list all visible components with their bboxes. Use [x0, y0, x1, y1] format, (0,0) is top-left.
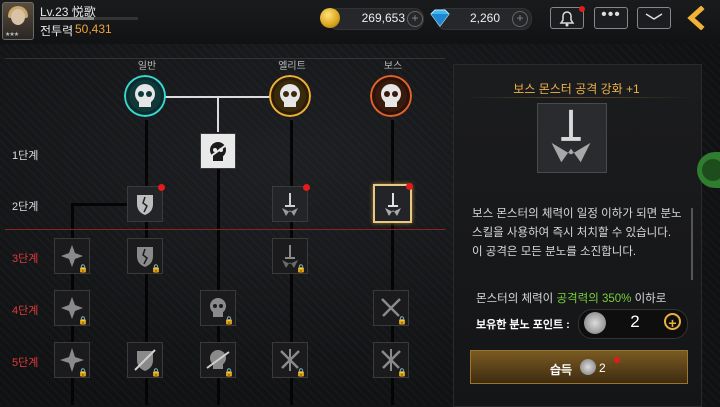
lock-icon: 🔒	[151, 264, 161, 273]
combat-power-label: 전투력	[40, 24, 74, 38]
notification-dot	[579, 6, 585, 12]
lock-icon: 🔒	[397, 316, 407, 325]
learn-notify-dot	[614, 357, 620, 363]
star-rating-icon: ★★★	[5, 32, 19, 38]
column-normal: 일반	[137, 61, 157, 72]
mail-button[interactable]	[637, 7, 671, 29]
sword-icon	[385, 193, 401, 216]
gem-value: 2,260	[469, 11, 500, 25]
skill-center-5[interactable]: 🔒	[200, 342, 236, 378]
skill-left-5[interactable]: 🔒	[54, 342, 90, 378]
description-scrollbar[interactable]	[691, 208, 693, 280]
condition-highlight: 공격력의 350%	[556, 293, 632, 305]
lock-icon: 🔒	[224, 368, 234, 377]
elite-skull-emblem-icon	[269, 75, 311, 117]
cracked-shield-icon	[137, 195, 153, 215]
chevron-left-icon	[687, 5, 705, 31]
skill-condition: 몬스터의 체력이 공격력의 350% 이하로	[476, 290, 688, 306]
connector-root	[217, 96, 219, 132]
learn-button[interactable]	[470, 350, 688, 384]
description-line-2: 이 공격은 모든 분노를 소진합니다.	[472, 246, 637, 258]
skill-normal-3[interactable]: 🔒	[127, 238, 163, 274]
description-line-1: 보스 몬스터의 체력이 일정 이하가 되면 분노 스킬을 사용하여 즉시 처치할…	[472, 208, 682, 239]
rage-point-icon	[580, 359, 596, 375]
lock-icon: 🔒	[397, 368, 407, 377]
skill-description: 보스 몬스터의 체력이 일정 이하가 되면 분노 스킬을 사용하여 즉시 처치할…	[472, 205, 688, 262]
skill-left-3[interactable]: 🔒	[54, 238, 90, 274]
unlock-divider	[5, 229, 445, 230]
row-label-3: 3단계	[12, 253, 39, 265]
learn-cost: 2	[599, 361, 606, 375]
lock-icon: 🔒	[78, 316, 88, 325]
pot-icon	[702, 159, 720, 181]
title-divider	[460, 97, 693, 98]
lock-icon: 🔒	[296, 368, 306, 377]
condition-suffix: 이하로	[631, 293, 667, 305]
sword-icon	[282, 193, 298, 216]
rage-points-value: 2	[630, 312, 640, 331]
condition-prefix: 몬스터의 체력이	[476, 293, 557, 305]
new-skill-dot	[406, 183, 413, 190]
lock-icon: 🔒	[78, 264, 88, 273]
skill-boss-4[interactable]: 🔒	[373, 290, 409, 326]
add-gems-button[interactable]: +	[512, 11, 528, 27]
combat-power-value: 50,431	[75, 22, 112, 36]
skill-boss-5[interactable]: 🔒	[373, 342, 409, 378]
new-skill-dot	[303, 184, 310, 191]
add-gold-button[interactable]: +	[407, 11, 423, 27]
skill-title: 보스 몬스터 공격 강화 +1	[513, 82, 640, 96]
rage-point-icon	[584, 312, 606, 334]
add-rage-points-button[interactable]: +	[664, 313, 681, 331]
diamond-icon	[430, 9, 450, 27]
skill-elite-5[interactable]: 🔒	[272, 342, 308, 378]
boss-skull-emblem-icon	[370, 75, 412, 117]
avatar[interactable]: ★★★	[2, 2, 34, 40]
skill-left-4[interactable]: 🔒	[54, 290, 90, 326]
row-label-4: 4단계	[12, 305, 39, 317]
gold-coin-icon	[320, 8, 340, 28]
bell-icon	[559, 11, 575, 27]
lock-icon: 🔒	[224, 316, 234, 325]
normal-skull-emblem-icon	[124, 75, 166, 117]
column-elite: 엘리트	[278, 61, 306, 72]
xp-bar	[40, 17, 138, 20]
skill-preview	[537, 103, 607, 173]
rage-points-label: 보유한 분노 포인트 :	[476, 319, 570, 331]
skull-slash-icon	[206, 142, 230, 161]
new-skill-dot	[158, 184, 165, 191]
skill-elite-2[interactable]	[272, 184, 310, 222]
connector-top	[158, 96, 272, 98]
row-label-2: 2단계	[12, 201, 39, 213]
lock-icon: 🔒	[151, 368, 161, 377]
gold-value: 269,653	[361, 11, 405, 25]
column-boss: 보스	[383, 61, 403, 72]
notification-button[interactable]	[550, 6, 585, 29]
skill-boss-2-selected[interactable]	[373, 183, 413, 223]
avatar-face	[11, 9, 25, 25]
more-menu-button[interactable]: •••	[594, 7, 628, 29]
lock-icon: 🔒	[296, 264, 306, 273]
skill-root[interactable]	[200, 133, 236, 169]
back-button[interactable]	[683, 5, 709, 31]
mail-icon	[645, 13, 663, 20]
skill-elite-3[interactable]: 🔒	[272, 238, 308, 274]
skill-center-4[interactable]: 🔒	[200, 290, 236, 326]
skill-normal-2[interactable]	[127, 184, 165, 222]
skill-normal-5[interactable]: 🔒	[127, 342, 163, 378]
xp-bar-fill	[40, 17, 94, 20]
row-label-1: 1단계	[12, 150, 39, 162]
lock-icon: 🔒	[78, 368, 88, 377]
sword-icon	[551, 109, 591, 163]
learn-label: 습득	[550, 363, 573, 377]
row-label-5: 5단계	[12, 357, 39, 369]
